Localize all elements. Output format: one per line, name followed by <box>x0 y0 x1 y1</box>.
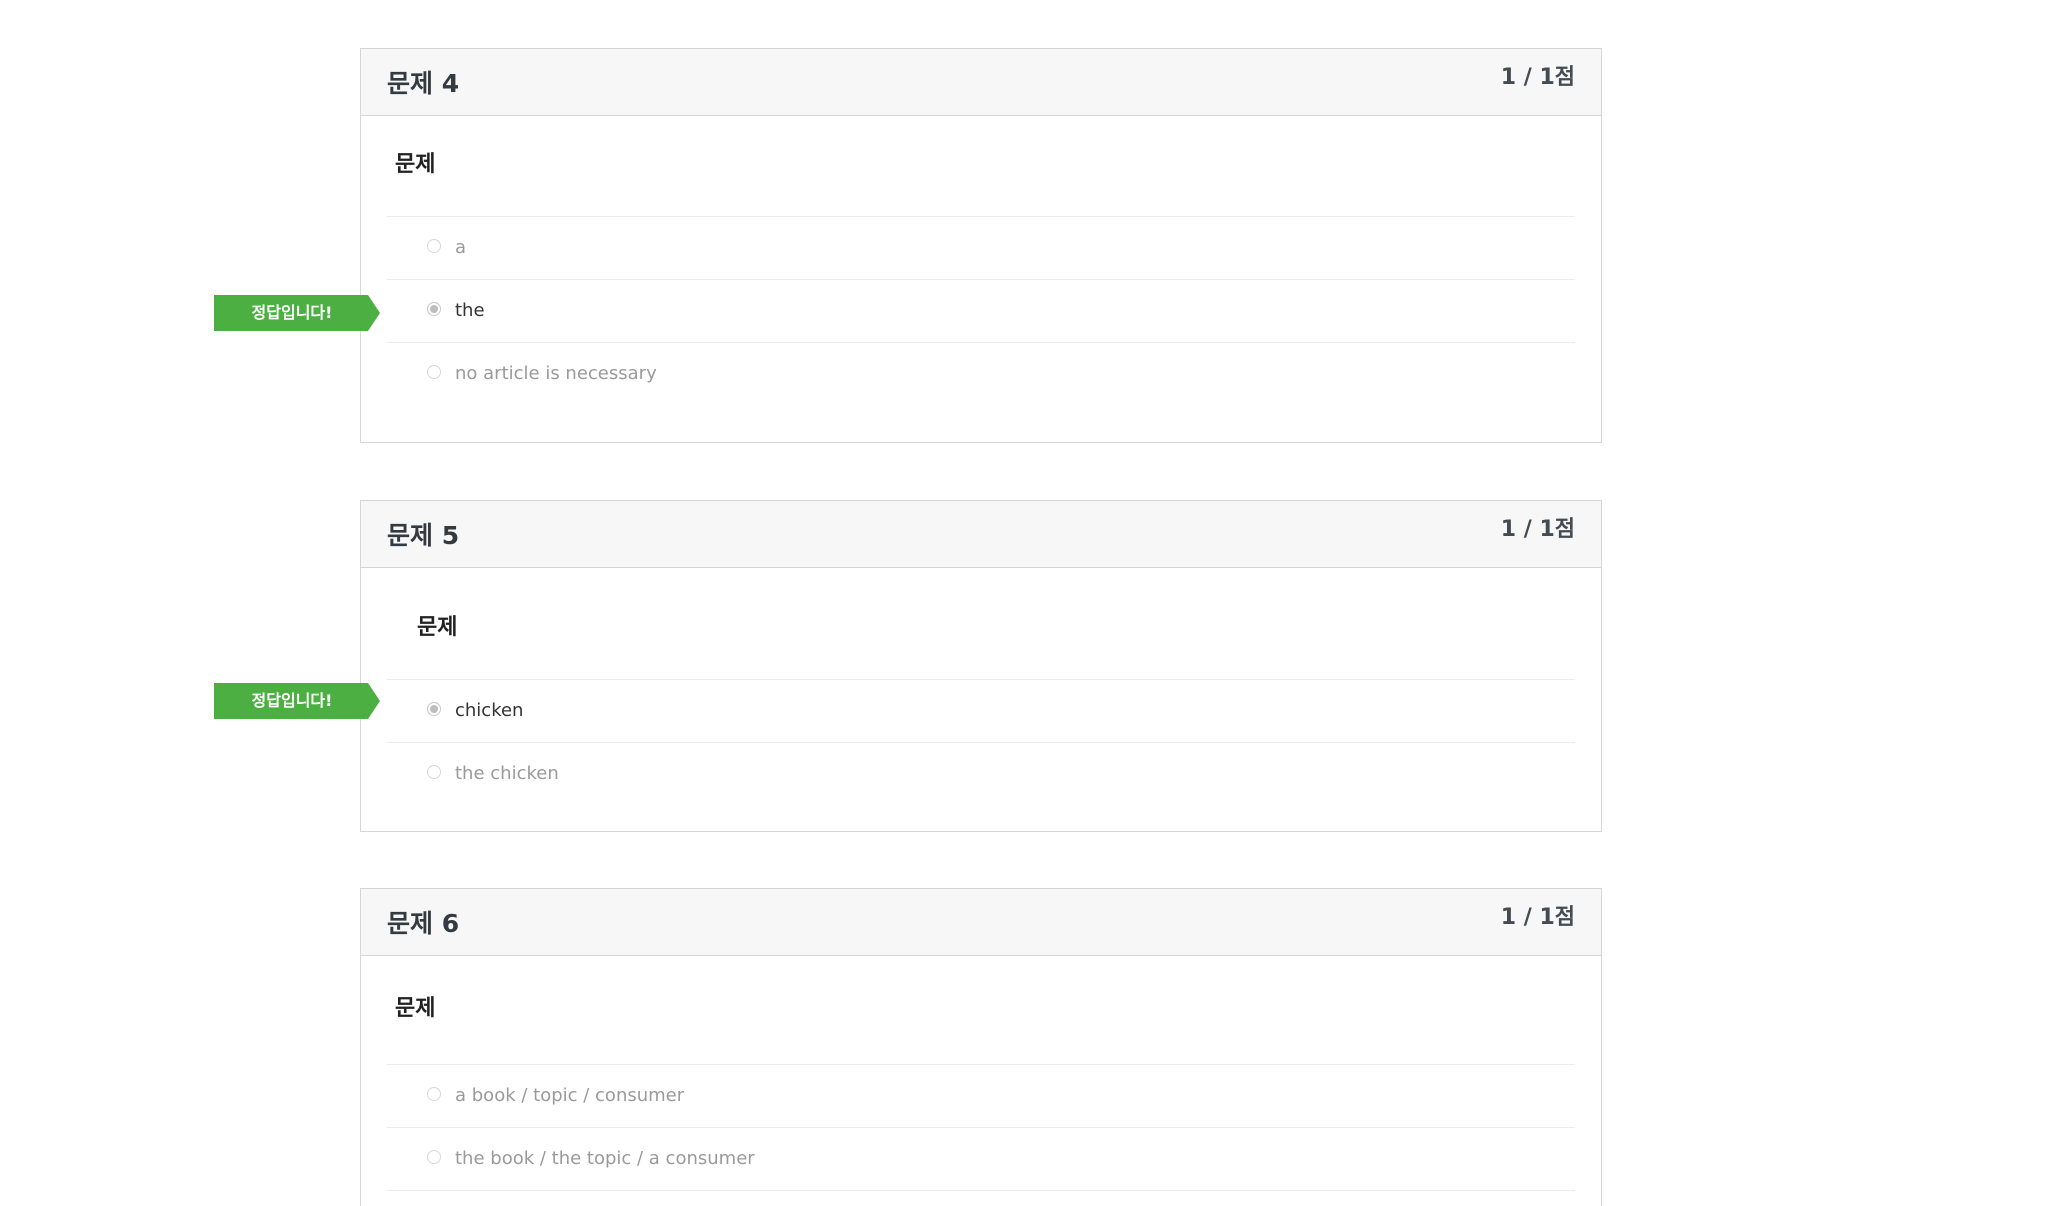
question-body: 문제 a book / topic / consumer the book / … <box>361 956 1601 1191</box>
question-card-4: 문제 4 1 / 1점 문제 a the no article is neces… <box>360 48 1602 443</box>
quiz-results-page: 문제 4 1 / 1점 문제 a the no article is neces… <box>0 0 2048 1206</box>
question-title: 문제 6 <box>387 909 460 938</box>
correct-answer-badge: 정답입니다! <box>214 683 380 719</box>
answer-option-label: the chicken <box>455 763 559 784</box>
question-body: 문제 chicken the chicken <box>361 568 1601 806</box>
question-title: 문제 4 <box>387 69 460 98</box>
answer-options: chicken the chicken <box>387 679 1575 806</box>
answer-option-label: a <box>455 237 467 258</box>
radio-button[interactable] <box>427 239 441 253</box>
radio-button-checked[interactable] <box>427 302 441 316</box>
question-prompt: 문제 <box>417 615 458 640</box>
answer-option[interactable]: a <box>387 217 1575 280</box>
question-title: 문제 5 <box>387 521 460 550</box>
question-prompt: 문제 <box>395 152 436 177</box>
question-card-6: 문제 6 1 / 1점 문제 a book / topic / consumer… <box>360 888 1602 1206</box>
answer-option-selected[interactable]: the <box>387 280 1575 343</box>
radio-button[interactable] <box>427 1150 441 1164</box>
question-body: 문제 a the no article is necessary <box>361 116 1601 406</box>
radio-button[interactable] <box>427 365 441 379</box>
answer-options: a book / topic / consumer the book / the… <box>387 1064 1575 1191</box>
answer-option[interactable]: the chicken <box>387 743 1575 806</box>
badge-text: 정답입니다! <box>251 303 333 322</box>
answer-option-label: the book / the topic / a consumer <box>455 1148 755 1169</box>
radio-button-checked[interactable] <box>427 702 441 716</box>
answer-options: a the no article is necessary <box>387 216 1575 406</box>
answer-option-selected[interactable]: chicken <box>387 680 1575 743</box>
question-prompt: 문제 <box>395 996 436 1021</box>
answer-option-label: no article is necessary <box>455 363 657 384</box>
radio-button[interactable] <box>427 765 441 779</box>
answer-option[interactable]: the book / the topic / a consumer <box>387 1128 1575 1191</box>
answer-option-label: the <box>455 300 485 321</box>
answer-option[interactable]: a book / topic / consumer <box>387 1065 1575 1128</box>
radio-button[interactable] <box>427 1087 441 1101</box>
question-card-5: 문제 5 1 / 1점 문제 chicken the chicken <box>360 500 1602 832</box>
question-header: 문제 6 1 / 1점 <box>361 889 1601 956</box>
question-header: 문제 5 1 / 1점 <box>361 501 1601 568</box>
answer-option-label: a book / topic / consumer <box>455 1085 685 1106</box>
question-score: 1 / 1점 <box>1500 65 1575 90</box>
correct-answer-badge: 정답입니다! <box>214 295 380 331</box>
badge-text: 정답입니다! <box>251 691 333 710</box>
question-header: 문제 4 1 / 1점 <box>361 49 1601 116</box>
answer-option-label: chicken <box>455 700 524 721</box>
question-score: 1 / 1점 <box>1500 517 1575 542</box>
question-score: 1 / 1점 <box>1500 905 1575 930</box>
answer-option[interactable]: no article is necessary <box>387 343 1575 406</box>
